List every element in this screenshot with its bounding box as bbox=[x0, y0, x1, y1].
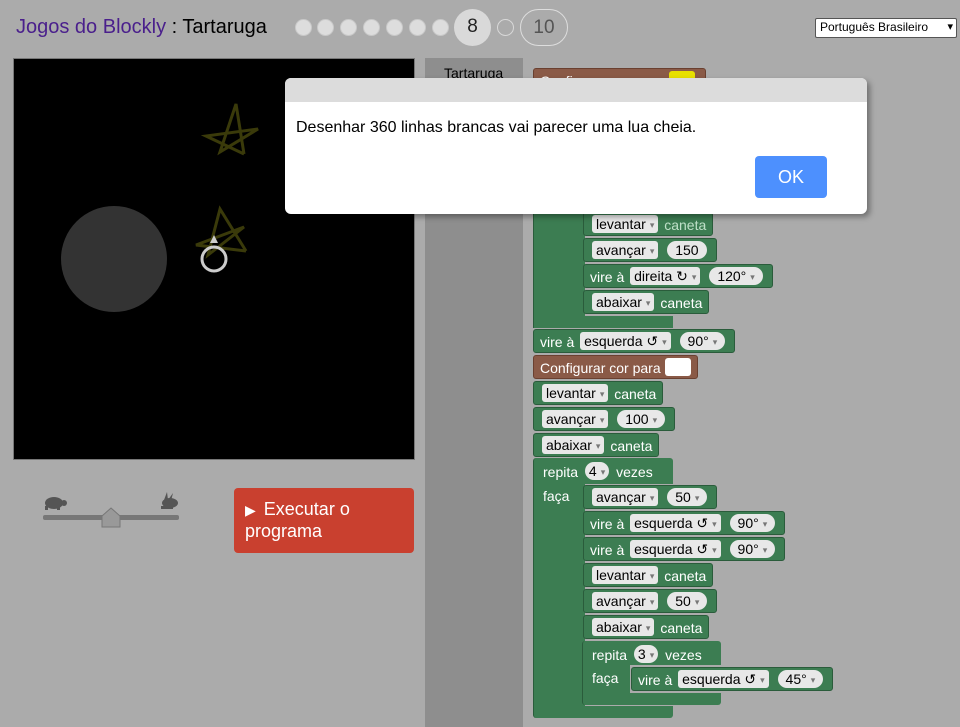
level-dot-2[interactable] bbox=[317, 19, 334, 36]
block-pen-up-3[interactable]: levantar ▾ caneta bbox=[583, 563, 714, 587]
stars bbox=[195, 103, 259, 259]
current-level[interactable]: 8 bbox=[454, 9, 491, 46]
block-pen-down-3[interactable]: abaixar ▾ caneta bbox=[583, 615, 710, 639]
block-turn-right-120[interactable]: vire à direita ↻ ▾ 120° ▾ bbox=[583, 264, 773, 288]
block-turn-left-90-a[interactable]: vire à esquerda ↺ ▾ 90° ▾ bbox=[583, 511, 786, 535]
hint-dialog: Desenhar 360 linhas brancas vai parecer … bbox=[285, 78, 867, 214]
repeat-4-body bbox=[533, 484, 585, 714]
turtle-icon bbox=[45, 497, 67, 510]
ok-button[interactable]: OK bbox=[755, 156, 827, 198]
block-set-colour-white[interactable]: Configurar cor para bbox=[533, 355, 698, 379]
block-move-50-b[interactable]: avançar ▾ 50 ▾ bbox=[583, 589, 718, 613]
level-dot-9[interactable] bbox=[497, 19, 514, 36]
language-select[interactable]: Português Brasileiro ▾ bbox=[815, 18, 957, 38]
repeat-count-3[interactable]: 3 ▾ bbox=[633, 645, 659, 663]
block-move-50-a[interactable]: avançar ▾ 50 ▾ bbox=[583, 485, 718, 509]
repeat-body-1 bbox=[533, 208, 585, 328]
games-home-link[interactable]: Jogos do Blockly bbox=[16, 16, 166, 38]
block-pen-down-2[interactable]: abaixar ▾ caneta bbox=[533, 433, 660, 457]
moon bbox=[61, 206, 167, 312]
block-turn-left-45[interactable]: vire à esquerda ↺ ▾ 45° ▾ bbox=[631, 667, 834, 691]
repeat-foot-1 bbox=[533, 316, 673, 328]
slider-handle[interactable] bbox=[101, 507, 121, 528]
block-turn-left-90[interactable]: vire à esquerda ↺ ▾ 90° ▾ bbox=[533, 329, 736, 353]
repeat-4-foot bbox=[533, 706, 673, 718]
speed-slider[interactable] bbox=[40, 490, 185, 530]
header: Jogos do Blockly : Tartaruga 8 10 Portug… bbox=[0, 0, 960, 56]
game-name: Tartaruga bbox=[182, 16, 267, 38]
repeat-count-4[interactable]: 4 ▾ bbox=[584, 462, 610, 480]
level-dot-3[interactable] bbox=[340, 19, 357, 36]
repeat-3-foot bbox=[582, 693, 721, 705]
page-title: Jogos do Blockly : Tartaruga bbox=[16, 16, 267, 38]
level-10-button[interactable]: 10 bbox=[520, 9, 568, 46]
level-dot-5[interactable] bbox=[386, 19, 403, 36]
chevron-down-icon: ▾ bbox=[947, 21, 953, 33]
level-dot-6[interactable] bbox=[409, 19, 426, 36]
level-dot-1[interactable] bbox=[295, 19, 312, 36]
colour-swatch-white[interactable] bbox=[664, 358, 691, 376]
level-dot-7[interactable] bbox=[432, 19, 449, 36]
block-turn-left-90-b[interactable]: vire à esquerda ↺ ▾ 90° ▾ bbox=[583, 537, 786, 561]
star-top bbox=[200, 103, 259, 156]
block-pen-up-2[interactable]: levantar ▾ caneta bbox=[533, 381, 664, 405]
run-program-button[interactable]: ▶ Executar o programa bbox=[234, 488, 414, 553]
block-move-100[interactable]: avançar ▾ 100 ▾ bbox=[533, 407, 676, 431]
block-move-150[interactable]: avançar ▾ 150 bbox=[583, 238, 717, 262]
block-pen-down-1[interactable]: abaixar ▾ caneta bbox=[583, 290, 710, 314]
dialog-message: Desenhar 360 linhas brancas vai parecer … bbox=[296, 119, 697, 136]
dialog-title-bar[interactable] bbox=[285, 78, 867, 102]
block-pen-up-1[interactable]: levantar ▾ caneta bbox=[583, 212, 714, 236]
level-dot-4[interactable] bbox=[363, 19, 380, 36]
rabbit-icon bbox=[161, 492, 178, 509]
play-triangle-icon: ▶ bbox=[245, 502, 256, 518]
